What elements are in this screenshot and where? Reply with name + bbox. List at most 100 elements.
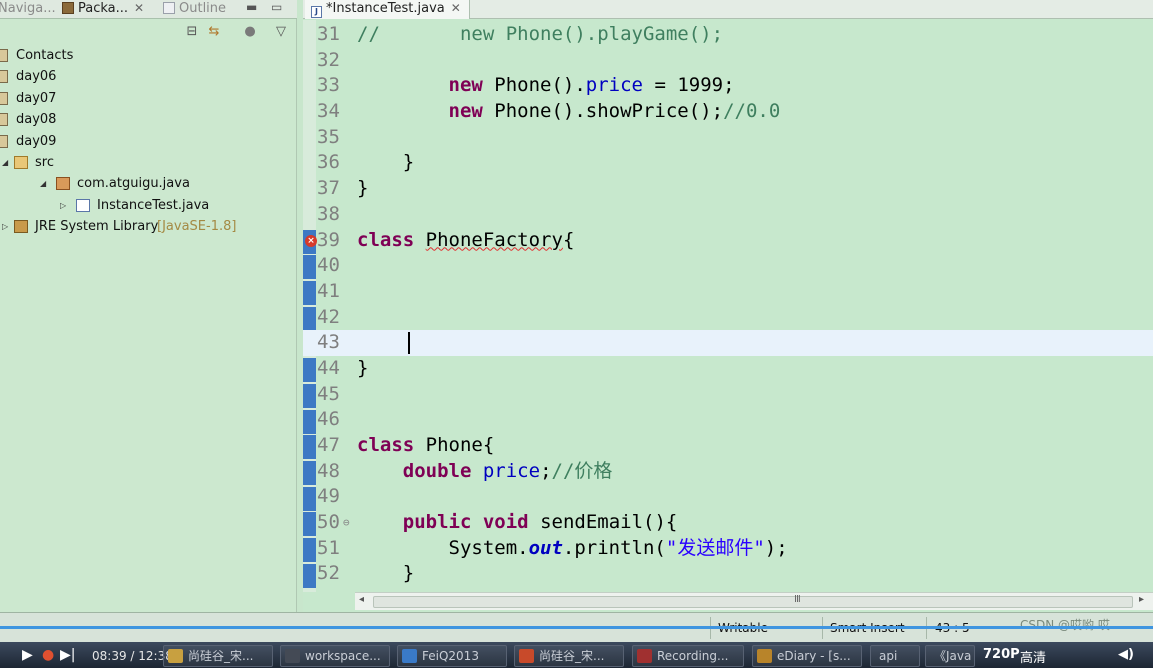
- error-marker-icon[interactable]: ×: [305, 234, 317, 247]
- code-token: class: [357, 434, 415, 456]
- taskbar-item[interactable]: Recording...: [632, 645, 744, 667]
- navigator-tab-label: Naviga...: [0, 1, 56, 16]
- line-number: 32: [317, 48, 340, 71]
- editor-tabs: J *InstanceTest.java ✕: [303, 0, 1153, 19]
- code-line[interactable]: 45: [303, 382, 1153, 408]
- taskbar-item[interactable]: api: [870, 645, 920, 667]
- code-token: new: [448, 100, 483, 123]
- code-token: sendEmail(){: [528, 511, 678, 534]
- code-line[interactable]: 40: [303, 253, 1153, 279]
- expanded-arrow-icon[interactable]: ◢: [2, 152, 12, 173]
- expanded-arrow-icon[interactable]: ◢: [40, 173, 50, 194]
- code-line[interactable]: 31 // new Phone().playGame();: [303, 22, 1153, 48]
- tab-instancetest-java[interactable]: J *InstanceTest.java ✕: [305, 0, 470, 19]
- line-number: 39: [317, 228, 340, 251]
- close-icon[interactable]: ✕: [451, 1, 461, 15]
- code-line[interactable]: 38: [303, 202, 1153, 228]
- taskbar-app-icon: [519, 649, 534, 663]
- outline-tab-label: Outline: [179, 1, 227, 16]
- volume-icon[interactable]: ◀): [1118, 647, 1134, 662]
- code-line[interactable]: 52 }: [303, 561, 1153, 587]
- quality-text: 高清: [1020, 651, 1047, 666]
- taskbar-item[interactable]: workspace...: [280, 645, 390, 667]
- scroll-right-icon[interactable]: ▸: [1139, 594, 1144, 605]
- code-lines[interactable]: 31 // new Phone().playGame(); 32 33 new Pho…: [303, 22, 1153, 587]
- java-file-icon: J: [311, 6, 322, 18]
- collapsed-arrow-icon[interactable]: ▷: [60, 195, 70, 216]
- play-icon[interactable]: ▶: [22, 647, 33, 663]
- tab-package-explorer[interactable]: Packa... ✕: [62, 0, 144, 19]
- taskbar-item[interactable]: FeiQ2013: [397, 645, 507, 667]
- tree-item[interactable]: Contacts: [0, 45, 297, 66]
- taskbar-item[interactable]: 尚硅谷_宋...: [163, 645, 273, 667]
- code-line[interactable]: 34 new Phone().showPrice();//0.0: [303, 99, 1153, 125]
- code-token: void: [482, 511, 529, 534]
- focus-task-icon[interactable]: ●: [242, 24, 258, 40]
- tree-item[interactable]: day06: [0, 66, 297, 87]
- collapsed-arrow-icon[interactable]: ▷: [2, 216, 12, 237]
- taskbar-item[interactable]: 尚硅谷_宋...: [514, 645, 624, 667]
- code-line[interactable]: 46: [303, 407, 1153, 433]
- fold-toggle-icon[interactable]: ⊖: [343, 510, 350, 536]
- tree-item-label: JRE System Library: [35, 219, 159, 235]
- project-icon: [0, 134, 8, 148]
- line-number: 52: [317, 562, 340, 585]
- code-token: price: [482, 459, 541, 482]
- video-progress-bar[interactable]: [0, 626, 1153, 629]
- tree-item[interactable]: ▷ JRE System Library [JavaSE-1.8]: [0, 216, 297, 237]
- code-line[interactable]: 32: [303, 48, 1153, 74]
- tree-item[interactable]: ◢ src: [0, 152, 297, 173]
- minimize-icon[interactable]: ▬: [246, 0, 257, 14]
- next-icon[interactable]: ▶|: [60, 647, 75, 663]
- code-line[interactable]: 50 ⊖ public void sendEmail(){: [303, 510, 1153, 536]
- browser-icon[interactable]: ●: [42, 647, 54, 663]
- line-number: 49: [317, 485, 340, 508]
- code-line[interactable]: 33 new Phone().price = 1999;: [303, 73, 1153, 99]
- code-line[interactable]: 37}: [303, 176, 1153, 202]
- line-number: 50: [317, 511, 340, 534]
- tree-item-label: Contacts: [16, 48, 74, 63]
- code-line[interactable]: 44}: [303, 356, 1153, 382]
- code-line[interactable]: 48 double price;//价格: [303, 459, 1153, 485]
- maximize-icon[interactable]: ▭: [271, 0, 282, 14]
- library-icon: [14, 220, 28, 234]
- code-line[interactable]: 35: [303, 125, 1153, 151]
- horizontal-scrollbar[interactable]: ◂ III ▸: [355, 592, 1153, 610]
- tree-item-label: day07: [16, 90, 57, 106]
- tree-item[interactable]: day07: [0, 88, 297, 109]
- line-number: 38: [317, 202, 340, 225]
- scroll-left-icon[interactable]: ◂: [359, 594, 364, 605]
- code-line[interactable]: 39 × class PhoneFactory{: [303, 228, 1153, 254]
- package-explorer-icon: [62, 2, 74, 14]
- code-token: ;: [540, 459, 552, 482]
- link-with-editor-icon[interactable]: ⇆: [206, 24, 222, 40]
- taskbar-item[interactable]: 《Java: [925, 645, 975, 667]
- taskbar-item[interactable]: eDiary - [s...: [752, 645, 862, 667]
- code-line[interactable]: 43: [303, 330, 1153, 356]
- scrollbar-thumb[interactable]: III: [373, 594, 1133, 608]
- code-editor: J *InstanceTest.java ✕ 31 // new Phone().pl…: [303, 0, 1153, 612]
- tab-outline[interactable]: Outline: [163, 0, 226, 19]
- code-line[interactable]: 47 class Phone{: [303, 433, 1153, 459]
- line-number: 31: [317, 23, 340, 45]
- view-menu-chevron-down-icon[interactable]: ▽: [273, 24, 289, 40]
- quality-label[interactable]: 720P: [983, 647, 1020, 662]
- code-line[interactable]: 36 }: [303, 150, 1153, 176]
- video-time: 08:39 / 12:38: [92, 649, 173, 663]
- outline-icon: [163, 2, 175, 14]
- collapse-all-icon[interactable]: ⊟: [184, 24, 200, 40]
- tree-item[interactable]: day09: [0, 131, 297, 152]
- tab-navigator[interactable]: Naviga...: [0, 0, 56, 19]
- code-line[interactable]: 51 System.out.println("发送邮件");: [303, 536, 1153, 562]
- tree-item[interactable]: ▷ InstanceTest.java: [0, 195, 297, 216]
- code-line[interactable]: 41: [303, 279, 1153, 305]
- close-icon[interactable]: ✕: [134, 1, 144, 15]
- tree-item[interactable]: day08: [0, 109, 297, 130]
- tree-item-label: InstanceTest.java: [97, 197, 210, 213]
- code-token: // new Phone().playGame();: [357, 23, 724, 45]
- code-line[interactable]: 42: [303, 305, 1153, 331]
- tree-item[interactable]: ◢ com.atguigu.java: [0, 173, 297, 194]
- line-number: 42: [317, 305, 340, 328]
- code-line[interactable]: 49: [303, 484, 1153, 510]
